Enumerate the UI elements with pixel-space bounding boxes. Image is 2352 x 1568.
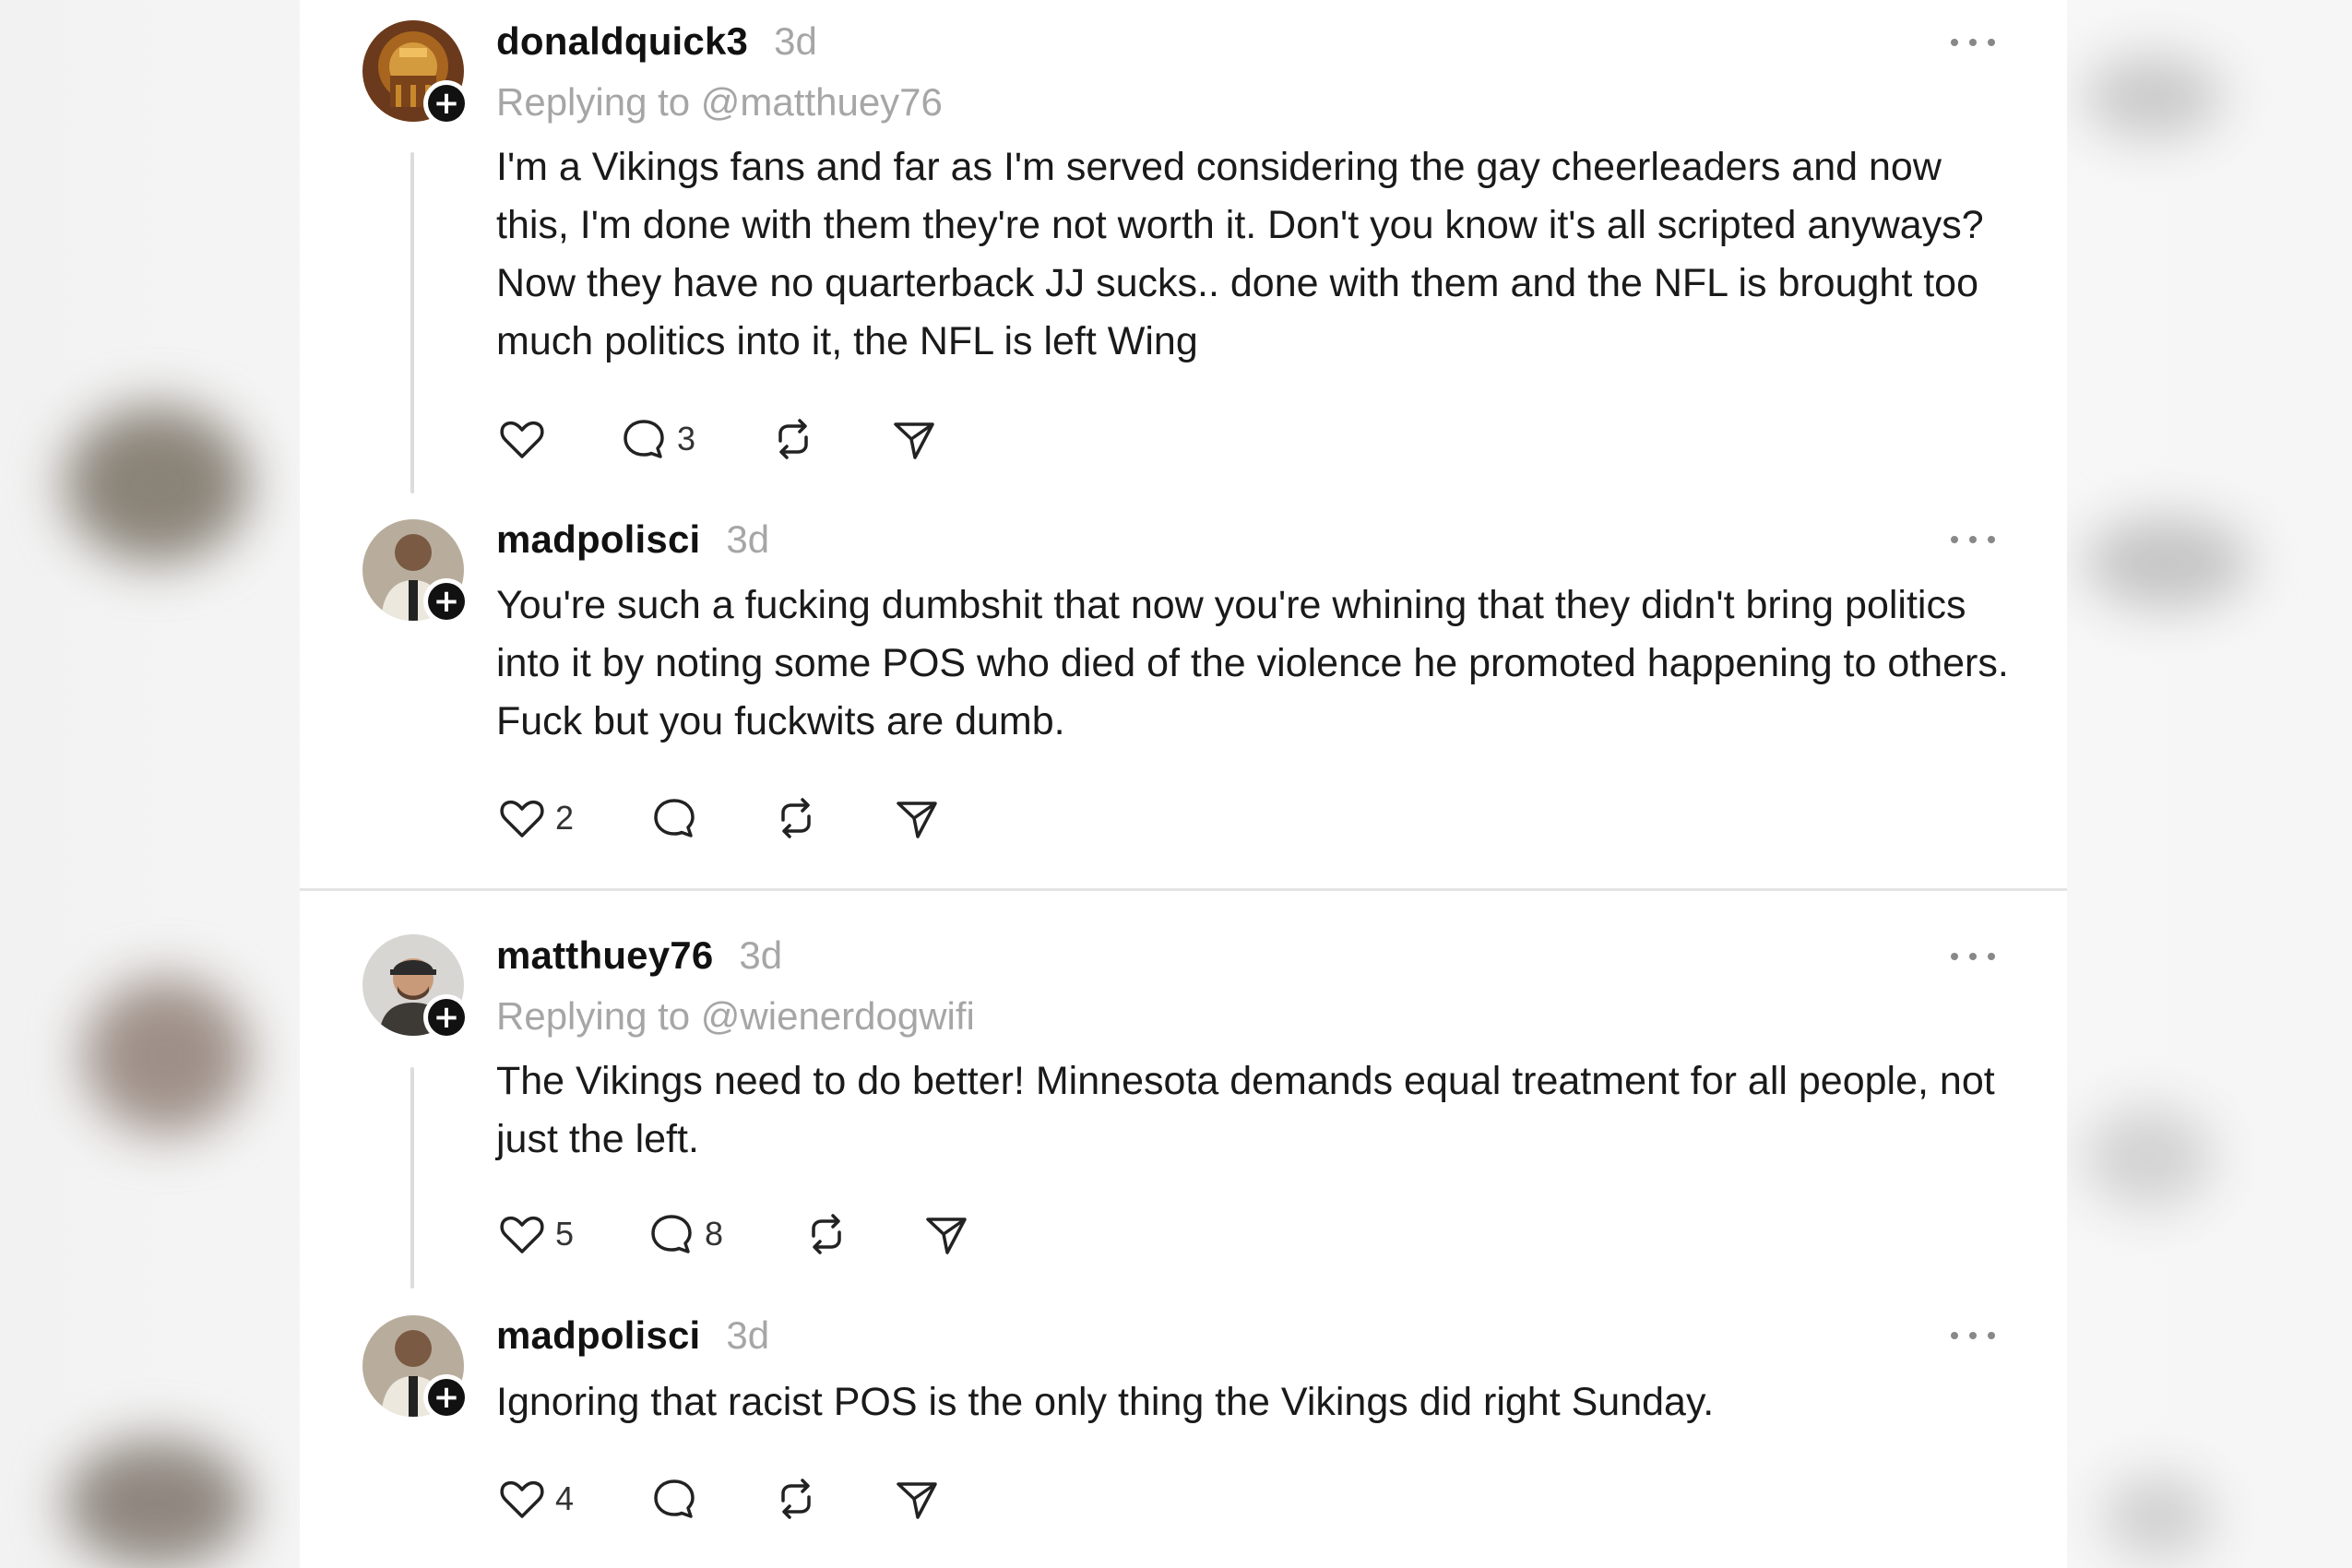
like-button[interactable]: 5 (496, 1206, 574, 1262)
share-button[interactable] (888, 411, 940, 467)
reply-button[interactable]: 3 (618, 411, 695, 467)
repost-icon (781, 1479, 811, 1519)
repost-icon (778, 419, 808, 459)
plus-icon: + (428, 1379, 465, 1416)
timestamp[interactable]: 3d (726, 517, 769, 562)
send-icon (897, 1482, 937, 1519)
plus-icon: + (428, 583, 465, 620)
repost-button[interactable] (770, 1471, 822, 1526)
replying-to[interactable]: Replying to @matthuey76 (496, 80, 943, 125)
more-icon[interactable] (1951, 33, 1995, 52)
post-text: You're such a fucking dumbshit that now … (496, 583, 2009, 743)
plus-icon: + (428, 999, 465, 1036)
timestamp[interactable]: 3d (726, 1313, 769, 1358)
username[interactable]: madpolisci (496, 517, 700, 562)
background-blur (83, 978, 249, 1134)
more-icon[interactable] (1951, 1326, 1995, 1345)
post-text: I'm a Vikings fans and far as I'm served… (496, 145, 1984, 363)
post-header: donaldquick3 3d (496, 14, 817, 69)
reply-button[interactable] (648, 1471, 700, 1526)
username[interactable]: matthuey76 (496, 933, 713, 978)
more-icon[interactable] (1951, 947, 1995, 966)
more-icon[interactable] (1951, 530, 1995, 549)
username[interactable]: madpolisci (496, 1313, 700, 1358)
send-icon (894, 422, 934, 459)
like-count: 5 (555, 1215, 575, 1253)
background-blur (2103, 1476, 2214, 1559)
follow-button[interactable]: + (423, 578, 469, 624)
reply-button[interactable] (648, 790, 700, 846)
send-icon (897, 802, 937, 838)
repost-button[interactable] (801, 1206, 852, 1262)
thread-line (410, 1067, 414, 1289)
post-text: Ignoring that racist POS is the only thi… (496, 1380, 1715, 1424)
thread-panel: + donaldquick3 3d Replying to @matthuey7… (300, 0, 2067, 1568)
share-button[interactable] (921, 1206, 972, 1262)
plus-icon: + (428, 85, 465, 122)
repost-icon (781, 798, 811, 838)
like-button[interactable]: 2 (496, 790, 574, 846)
send-icon (926, 1218, 967, 1254)
follow-button[interactable]: + (423, 1374, 469, 1420)
post-header: matthuey76 3d (496, 928, 782, 983)
username[interactable]: donaldquick3 (496, 19, 748, 64)
background-blur (2085, 1107, 2214, 1208)
comment-icon (624, 420, 664, 458)
like-count: 2 (555, 799, 575, 837)
background-blur (2085, 55, 2223, 138)
post-header: madpolisci 3d (496, 1308, 769, 1363)
share-button[interactable] (891, 1471, 943, 1526)
like-button[interactable]: 4 (496, 1471, 574, 1526)
thread-divider (300, 888, 2067, 891)
share-button[interactable] (891, 790, 943, 846)
background-blur (65, 1439, 249, 1568)
repost-icon (812, 1214, 841, 1254)
repost-button[interactable] (770, 790, 822, 846)
like-button[interactable] (496, 411, 548, 467)
reply-count: 3 (677, 420, 696, 457)
heart-icon (500, 1480, 544, 1518)
thread-line (410, 152, 414, 493)
reply-count: 8 (705, 1215, 724, 1253)
like-count: 4 (555, 1479, 575, 1517)
repost-button[interactable] (767, 411, 819, 467)
heart-icon (500, 1216, 544, 1253)
reply-button[interactable]: 8 (646, 1206, 723, 1262)
replying-to[interactable]: Replying to @wienerdogwifi (496, 994, 975, 1039)
background-blur (2085, 517, 2251, 609)
heart-icon (500, 800, 544, 837)
post-text: The Vikings need to do better! Minnesota… (496, 1059, 1995, 1161)
timestamp[interactable]: 3d (739, 933, 782, 978)
follow-button[interactable]: + (423, 994, 469, 1040)
comment-icon (654, 799, 695, 837)
follow-button[interactable]: + (423, 80, 469, 126)
background-blur (65, 406, 249, 563)
heart-icon (500, 421, 544, 458)
timestamp[interactable]: 3d (774, 19, 817, 64)
post-header: madpolisci 3d (496, 512, 769, 567)
comment-icon (651, 1215, 692, 1253)
comment-icon (654, 1479, 695, 1518)
